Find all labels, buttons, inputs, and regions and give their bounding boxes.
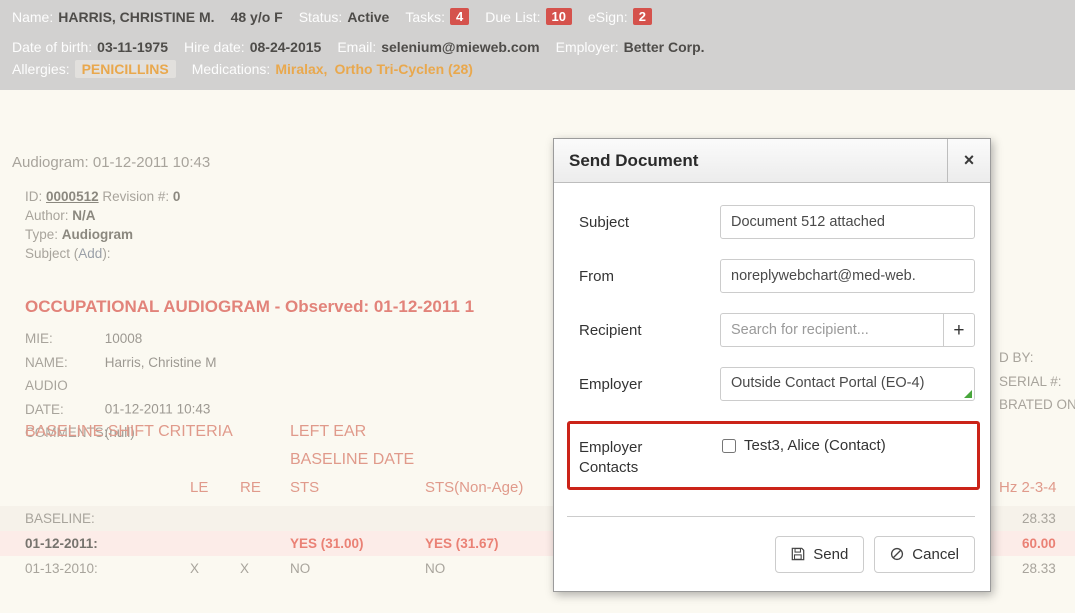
col-header-re: RE [240, 479, 261, 496]
tasks-badge[interactable]: 4 [450, 8, 469, 25]
fragment-observed-by: D BY: [999, 350, 1034, 365]
annotation-highlight-box: Employer Contacts Test3, Alice (Contact) [567, 421, 980, 490]
fragment-serial: SERIAL #: [999, 374, 1062, 389]
dob-label: Date of birth: [12, 39, 92, 55]
send-button[interactable]: Send [775, 536, 864, 573]
document-title: Audiogram: 01-12-2011 10:43 [12, 154, 210, 171]
doc-id-label: ID: [25, 189, 42, 204]
subject-prefix: Subject ( [25, 246, 78, 261]
from-field-row: From [579, 259, 975, 293]
save-disk-icon [791, 547, 805, 561]
patient-age-sex: 48 y/o F [231, 9, 283, 25]
col-header-hz: Hz 2-3-4 [999, 479, 1057, 496]
employer-selected-value: Outside Contact Portal (EO-4) [731, 375, 924, 391]
name-label: Name: [12, 9, 53, 25]
employer-label: Employer: [556, 39, 619, 55]
revision-value: 0 [173, 189, 181, 204]
cancel-ban-icon [890, 547, 904, 561]
document-meta: ID: 0000512 Revision #: 0 Author: N/A Ty… [25, 187, 180, 263]
revision-label: Revision #: [102, 189, 169, 204]
type-label: Type: [25, 227, 58, 242]
fragment-calibrated: BRATED ON [999, 397, 1075, 412]
col-header-sts-nonage: STS(Non-Age) [425, 479, 523, 496]
document-id-link[interactable]: 0000512 [46, 189, 99, 204]
employer-contacts-field-row: Employer Contacts Test3, Alice (Contact) [579, 430, 977, 479]
contact-checkbox[interactable] [722, 439, 736, 453]
recipient-field-row: Recipient + [579, 313, 975, 347]
status-value: Active [347, 9, 389, 25]
add-recipient-button[interactable]: + [943, 313, 975, 347]
info-row-name: NAME: Harris, Christine M [25, 351, 217, 375]
patient-header-row-3: Allergies: PENICILLINS Medications: Mira… [12, 60, 1063, 78]
left-ear-heading: LEFT EAR [290, 423, 366, 441]
dropdown-resize-icon [964, 390, 972, 398]
subject-input[interactable] [720, 205, 975, 239]
medication-ortho-tri-cyclen[interactable]: Ortho Tri-Cyclen (28) [334, 61, 472, 77]
col-header-le: LE [190, 479, 208, 496]
info-row-mie: MIE: 10008 [25, 327, 217, 351]
modal-body: Subject From Recipient + Employer Outsid… [554, 183, 990, 573]
patient-header: Name: HARRIS, CHRISTINE M. 48 y/o F Stat… [0, 0, 1075, 90]
email-label: Email: [337, 39, 376, 55]
modal-title: Send Document [554, 139, 947, 182]
type-value: Audiogram [62, 227, 133, 242]
author-value: N/A [72, 208, 95, 223]
subject-suffix: ): [102, 246, 110, 261]
send-document-modal: Send Document × Subject From Recipient +… [553, 138, 991, 592]
esign-badge[interactable]: 2 [633, 8, 652, 25]
medication-miralax[interactable]: Miralax, [275, 61, 327, 77]
send-button-label: Send [813, 546, 848, 563]
esign-label: eSign: [588, 9, 628, 25]
info-row-audio-date: AUDIO DATE: 01-12-2011 10:43 [25, 374, 217, 421]
email-value: selenium@mieweb.com [381, 39, 539, 55]
subject-add-link[interactable]: Add [78, 246, 102, 261]
contact-checkbox-label: Test3, Alice (Contact) [744, 437, 886, 454]
footer-divider [567, 516, 975, 517]
status-label: Status: [299, 9, 343, 25]
cancel-button[interactable]: Cancel [874, 536, 975, 573]
patient-header-row-1: Name: HARRIS, CHRISTINE M. 48 y/o F Stat… [12, 8, 1063, 25]
employer-select[interactable]: Outside Contact Portal (EO-4) [720, 367, 975, 401]
close-icon[interactable]: × [947, 139, 990, 182]
due-list-badge[interactable]: 10 [546, 8, 572, 25]
hire-date-value: 08-24-2015 [250, 39, 322, 55]
baseline-shift-criteria-heading: BASELINE SHIFT CRITERIA [25, 423, 233, 441]
col-header-sts: STS [290, 479, 319, 496]
from-field-label: From [579, 259, 720, 293]
subject-field-label: Subject [579, 205, 720, 239]
modal-footer: Send Cancel [579, 536, 975, 573]
cancel-button-label: Cancel [912, 546, 959, 563]
audiogram-heading: OCCUPATIONAL AUDIOGRAM - Observed: 01-12… [25, 297, 474, 317]
baseline-date-heading: BASELINE DATE [290, 451, 414, 469]
allergy-penicillins[interactable]: PENICILLINS [75, 60, 176, 78]
tasks-label: Tasks: [405, 9, 445, 25]
employer-value: Better Corp. [624, 39, 705, 55]
author-label: Author: [25, 208, 69, 223]
recipient-field-label: Recipient [579, 313, 720, 347]
dob-value: 03-11-1975 [97, 39, 168, 55]
allergies-label: Allergies: [12, 61, 70, 77]
medications-label: Medications: [192, 61, 271, 77]
due-list-label: Due List: [485, 9, 540, 25]
employer-field-label: Employer [579, 367, 720, 401]
modal-header: Send Document × [554, 139, 990, 183]
employer-contacts-label: Employer Contacts [579, 430, 720, 479]
employer-field-row: Employer Outside Contact Portal (EO-4) [579, 367, 975, 401]
patient-header-row-2: Date of birth: 03-11-1975 Hire date: 08-… [12, 39, 1063, 55]
subject-field-row: Subject [579, 205, 975, 239]
hire-date-label: Hire date: [184, 39, 245, 55]
recipient-search-input[interactable] [720, 313, 943, 347]
from-input[interactable] [720, 259, 975, 293]
patient-name: HARRIS, CHRISTINE M. [58, 9, 214, 25]
